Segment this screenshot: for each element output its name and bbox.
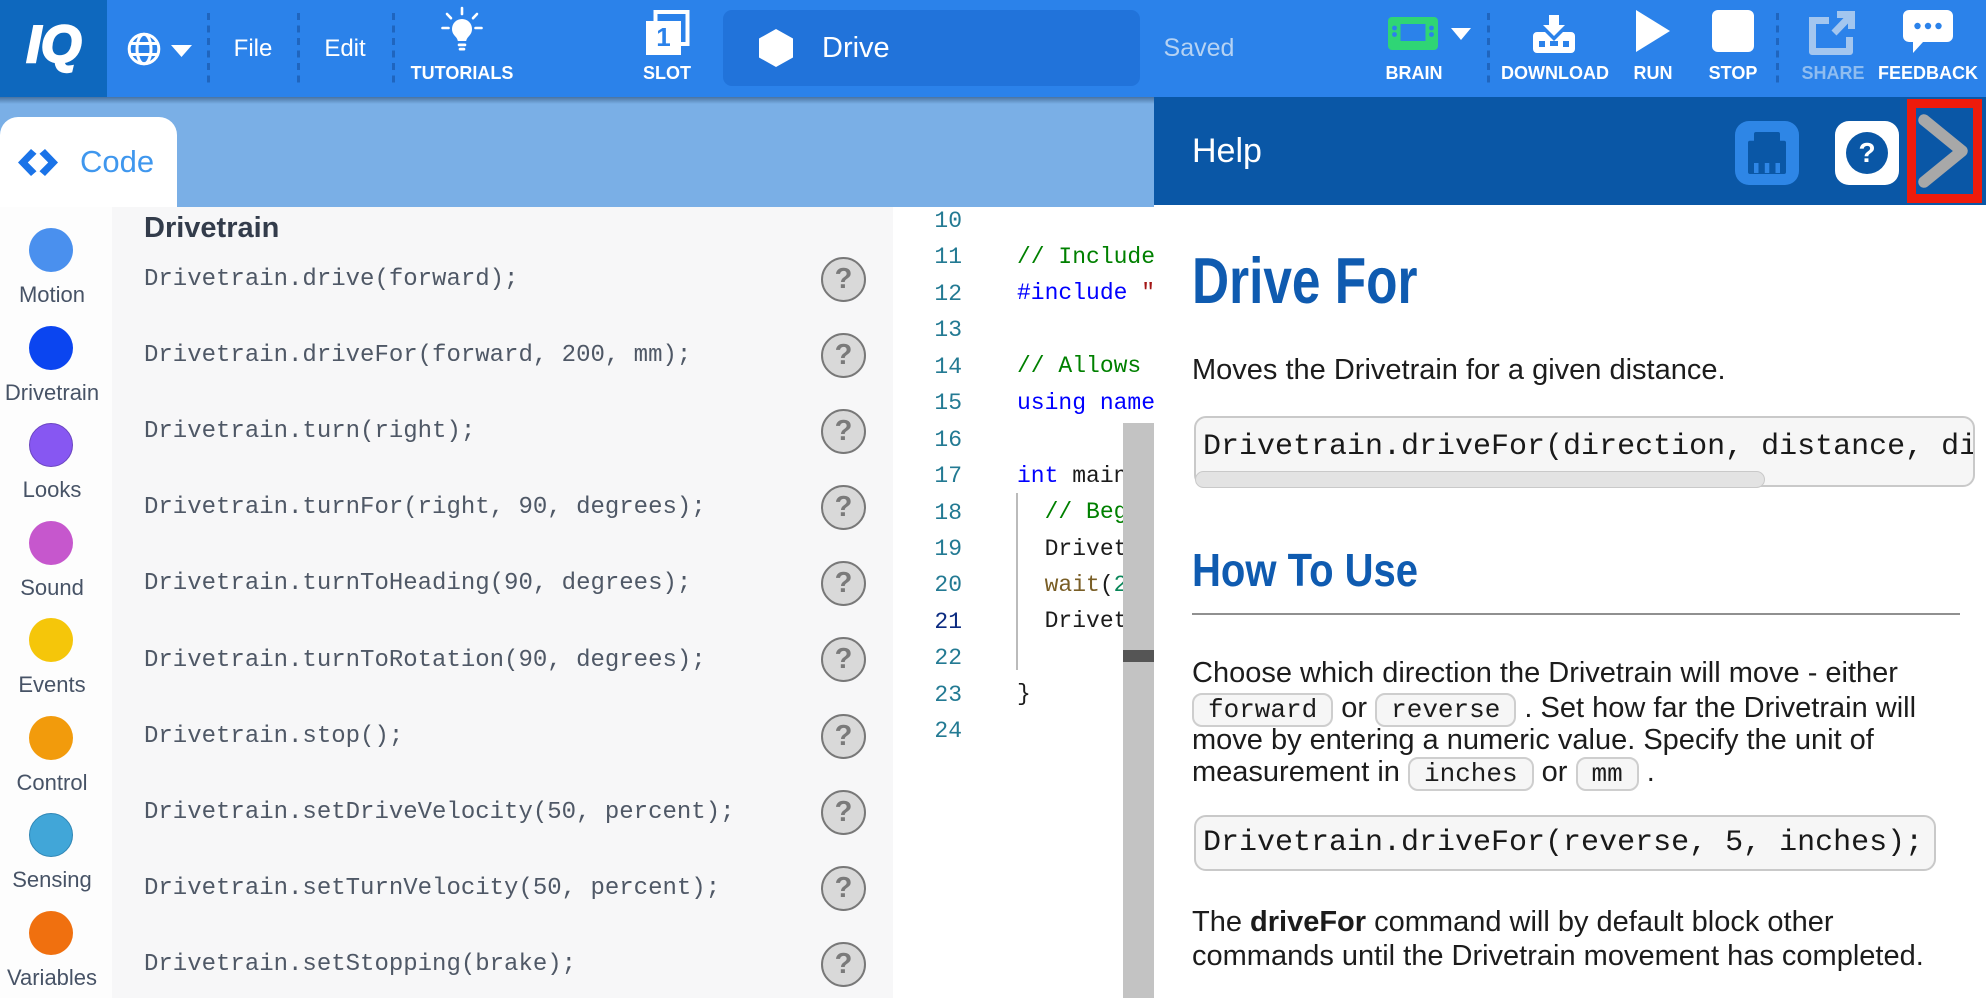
svg-text:1: 1 — [656, 22, 670, 52]
